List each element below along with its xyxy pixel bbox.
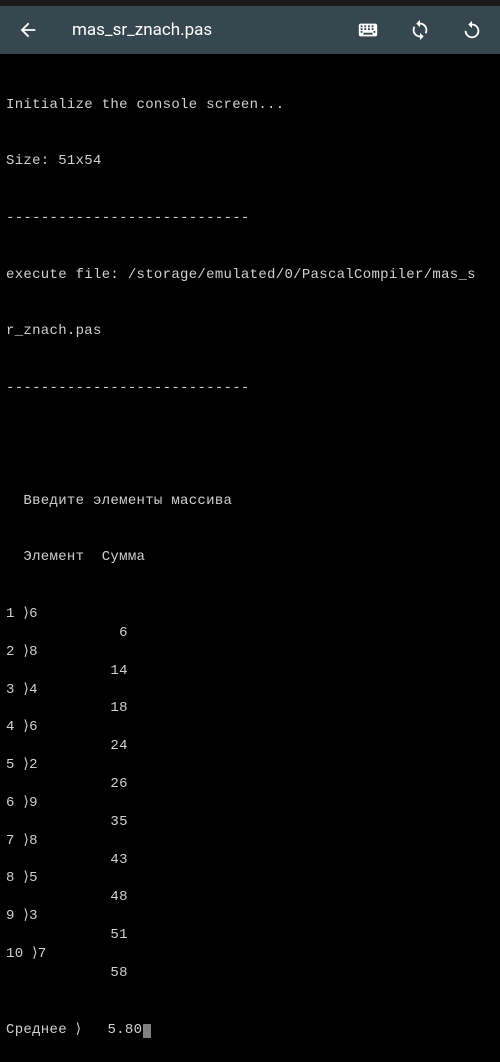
entry-sum-line: 48 [6, 888, 494, 907]
entry-sum-line: 6 [6, 624, 494, 643]
rotate-icon [461, 19, 483, 41]
entry-sum-line: 58 [6, 964, 494, 983]
average-line: Среднее ⟩ 5.80 [6, 1021, 494, 1040]
entry-input-line: 3 ⟩4 [6, 681, 494, 700]
entry-sum-line: 26 [6, 775, 494, 794]
entry-input-line: 7 ⟩8 [6, 832, 494, 851]
console-line: r_znach.pas [6, 322, 494, 341]
entry-sum-line: 51 [6, 926, 494, 945]
entry-sum-line: 14 [6, 662, 494, 681]
console-output[interactable]: Initialize the console screen... Size: 5… [0, 54, 500, 1062]
entry-input-line: 10 ⟩7 [6, 945, 494, 964]
refresh-button[interactable] [400, 10, 440, 50]
keyboard-button[interactable] [348, 10, 388, 50]
entry-input-line: 1 ⟩6 [6, 605, 494, 624]
entry-input-line: 6 ⟩9 [6, 794, 494, 813]
keyboard-icon [357, 19, 379, 41]
toolbar-title: mas_sr_znach.pas [60, 20, 336, 40]
entry-sum-line: 18 [6, 699, 494, 718]
console-line: Элемент Сумма [6, 548, 494, 567]
entry-sum-line: 35 [6, 813, 494, 832]
console-line: Введите элементы массива [6, 492, 494, 511]
entry-input-line: 4 ⟩6 [6, 718, 494, 737]
console-line: execute file: /storage/emulated/0/Pascal… [6, 266, 494, 285]
arrow-left-icon [17, 19, 39, 41]
cursor-icon [143, 1024, 151, 1038]
toolbar: mas_sr_znach.pas [0, 6, 500, 54]
console-line: ---------------------------- [6, 209, 494, 228]
entry-input-line: 9 ⟩3 [6, 907, 494, 926]
entry-sum-line: 43 [6, 851, 494, 870]
entry-input-line: 2 ⟩8 [6, 643, 494, 662]
console-line: Size: 51x54 [6, 152, 494, 171]
console-line: Initialize the console screen... [6, 96, 494, 115]
sync-icon [409, 19, 431, 41]
console-line [6, 436, 494, 454]
entry-sum-line: 24 [6, 737, 494, 756]
back-button[interactable] [8, 10, 48, 50]
restart-button[interactable] [452, 10, 492, 50]
entry-input-line: 8 ⟩5 [6, 869, 494, 888]
console-line: ---------------------------- [6, 379, 494, 398]
entry-input-line: 5 ⟩2 [6, 756, 494, 775]
